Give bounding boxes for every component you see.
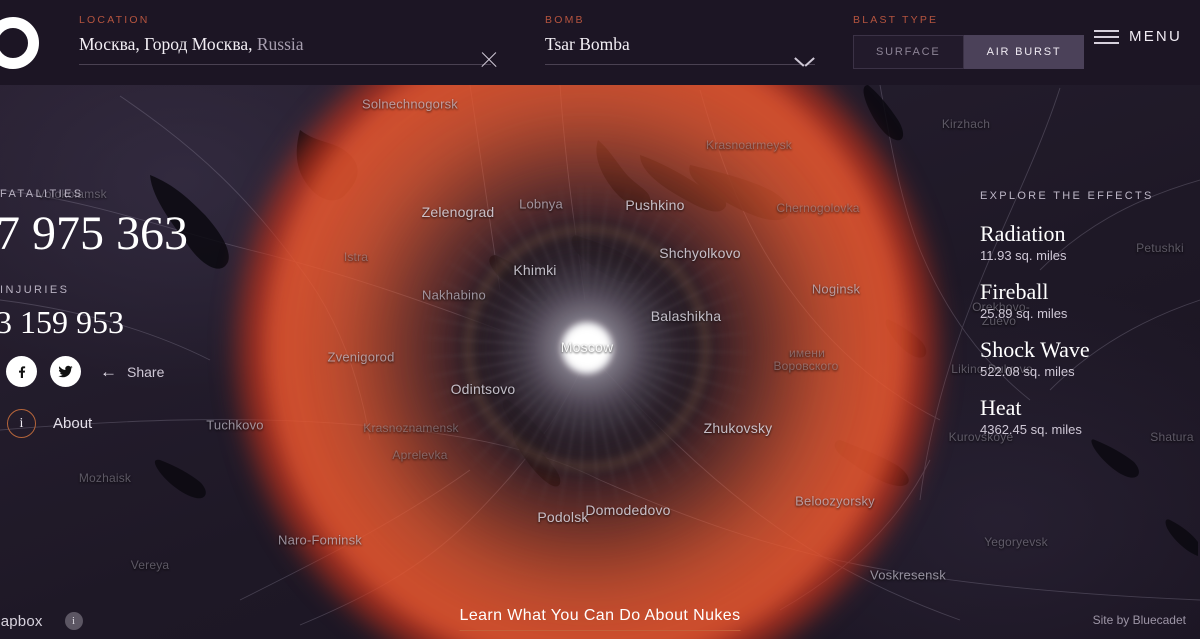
location-country-text: Russia: [256, 34, 304, 54]
map-label: имени: [789, 346, 825, 360]
blast-type-toggle[interactable]: SURFACE AIR BURST: [853, 35, 1085, 69]
chevron-down-icon[interactable]: [796, 53, 813, 70]
map-label: Beloozyorsky: [795, 493, 875, 509]
effect-name: Radiation: [980, 221, 1066, 246]
map-label: Zelenograd: [421, 204, 495, 220]
effect-item-radiation[interactable]: Radiation 11.93 sq. miles: [980, 222, 1180, 263]
map-label: Zvenigorod: [327, 349, 395, 365]
map-label: Krasnoznamensk: [363, 421, 459, 435]
location-label: LOCATION: [79, 14, 150, 26]
map-label: Solnechnogorsk: [361, 96, 459, 112]
location-city-text: Москва, Город Москва,: [79, 34, 257, 54]
injuries-value: 3 159 953: [0, 304, 124, 340]
map-info-icon[interactable]: i: [64, 612, 83, 630]
effect-name: Shock Wave: [980, 337, 1090, 363]
share-label[interactable]: Share: [127, 364, 164, 380]
map-label-center-city: Moscow: [560, 339, 614, 355]
map-label: Shchyolkovo: [659, 245, 741, 261]
info-icon: i: [7, 409, 36, 438]
site-credit: Site by Bluecadet: [1092, 613, 1186, 627]
menu-label: MENU: [1129, 28, 1182, 45]
bomb-underline: [545, 64, 815, 65]
map-label: Pushkino: [625, 197, 685, 213]
mapbox-logo-text[interactable]: mapbox: [0, 613, 43, 630]
map-label: Odintsovo: [450, 381, 516, 397]
bomb-label: BOMB: [545, 14, 585, 26]
effect-area: 522.08 sq. miles: [980, 364, 1075, 380]
map-label: Kirzhach: [941, 117, 991, 131]
twitter-icon: [58, 365, 73, 378]
effect-name: Heat: [980, 395, 1022, 421]
casualty-stats-panel: FATALITIES 7 975 363 INJURIES 3 159 953: [0, 188, 188, 338]
effects-panel-title: EXPLORE THE EFFECTS: [980, 190, 1154, 202]
facebook-icon: [18, 365, 25, 378]
clear-location-icon[interactable]: [478, 49, 500, 71]
share-row: ← Share: [6, 356, 164, 387]
location-underline: [79, 64, 491, 65]
mapbox-attribution: mapbox i: [0, 612, 83, 630]
facebook-share-button[interactable]: [6, 356, 37, 387]
map-label: Tuchkovo: [206, 417, 264, 433]
effect-area: 11.93 sq. miles: [980, 248, 1067, 264]
fatalities-label: FATALITIES: [0, 188, 84, 200]
map-label: Воровского: [773, 359, 839, 373]
nukemap-app: Solnechnogorsk Kirzhach Krasnoarmeysk Zelen…: [0, 0, 1200, 639]
learn-more-link[interactable]: Learn What You Can Do About Nukes: [459, 607, 741, 631]
blast-type-label: BLAST TYPE: [853, 14, 939, 26]
map-label: Khimki: [513, 262, 557, 278]
effect-item-heat[interactable]: Heat 4362.45 sq. miles: [980, 396, 1180, 437]
map-label: Zhukovsky: [703, 420, 773, 436]
map-label: Podolsk: [537, 509, 589, 525]
map-label: Aprelevka: [392, 448, 448, 462]
twitter-share-button[interactable]: [50, 356, 81, 387]
effect-area: 4362.45 sq. miles: [980, 422, 1082, 438]
map-label: Vereya: [130, 558, 170, 572]
about-button[interactable]: i About: [7, 409, 92, 438]
map-label: Istra: [343, 250, 369, 264]
app-header: LOCATION Москва, Город Москва, Russia BO…: [0, 0, 1200, 85]
bomb-field[interactable]: BOMB Tsar Bomba: [545, 14, 815, 65]
map-label: Naro-Fominsk: [277, 532, 363, 548]
map-label: Balashikha: [650, 308, 722, 324]
map-label: Noginsk: [811, 281, 861, 297]
map-label: Mozhaisk: [78, 471, 132, 485]
map-label: Lobnya: [519, 196, 563, 212]
injuries-label: INJURIES: [0, 284, 70, 296]
app-logo-icon[interactable]: [0, 17, 39, 69]
hamburger-icon: [1094, 29, 1120, 44]
map-label: Yegoryevsk: [984, 535, 1048, 549]
fatalities-block: FATALITIES 7 975 363: [0, 188, 188, 258]
map-label: Krasnoarmeysk: [706, 138, 792, 152]
fatalities-value: 7 975 363: [0, 207, 188, 260]
injuries-block: INJURIES 3 159 953: [0, 284, 188, 338]
menu-button[interactable]: MENU: [1094, 28, 1182, 45]
map-label: Nakhabino: [422, 287, 486, 303]
blast-type-field: BLAST TYPE SURFACE AIR BURST: [853, 14, 1085, 69]
effect-area: 25.89 sq. miles: [980, 306, 1068, 322]
bomb-select-value[interactable]: Tsar Bomba: [545, 34, 815, 55]
location-input[interactable]: Москва, Город Москва, Russia: [79, 34, 491, 55]
location-field[interactable]: LOCATION Москва, Город Москва, Russia: [79, 14, 491, 65]
about-label: About: [53, 415, 93, 432]
map-label: Voskresensk: [870, 567, 946, 583]
effects-panel: EXPLORE THE EFFECTS Radiation 11.93 sq. …: [980, 190, 1180, 454]
app-footer: mapbox i Learn What You Can Do About Nuk…: [0, 600, 1200, 639]
blast-type-airburst-button[interactable]: AIR BURST: [963, 35, 1085, 69]
effect-item-shock-wave[interactable]: Shock Wave 522.08 sq. miles: [980, 338, 1180, 379]
map-label: Chernogolovka: [776, 201, 860, 215]
share-arrow-icon: ←: [100, 361, 117, 381]
effect-item-fireball[interactable]: Fireball 25.89 sq. miles: [980, 280, 1180, 321]
map-label: Domodedovo: [585, 502, 671, 518]
effect-name: Fireball: [980, 279, 1049, 305]
blast-type-surface-button[interactable]: SURFACE: [853, 35, 964, 69]
